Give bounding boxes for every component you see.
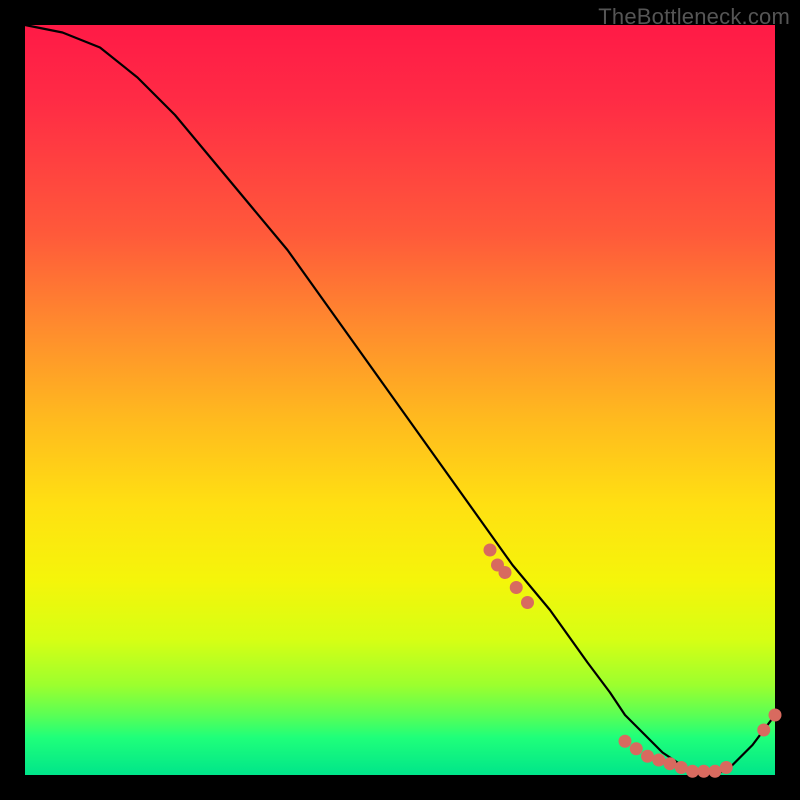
chart-svg	[25, 25, 775, 775]
data-marker	[652, 754, 665, 767]
data-marker	[510, 581, 523, 594]
data-marker	[630, 742, 643, 755]
data-marker	[686, 765, 699, 778]
chart-stage: TheBottleneck.com	[0, 0, 800, 800]
data-marker	[697, 765, 710, 778]
data-marker	[757, 724, 770, 737]
data-markers-group	[484, 544, 782, 778]
data-marker	[619, 735, 632, 748]
data-marker	[769, 709, 782, 722]
data-marker	[664, 757, 677, 770]
bottleneck-curve-line	[25, 25, 775, 775]
data-marker	[499, 566, 512, 579]
data-marker	[675, 761, 688, 774]
data-marker	[521, 596, 534, 609]
data-marker	[641, 750, 654, 763]
data-marker	[709, 765, 722, 778]
data-marker	[720, 761, 733, 774]
watermark-text: TheBottleneck.com	[598, 4, 790, 30]
data-marker	[484, 544, 497, 557]
plot-area	[25, 25, 775, 775]
